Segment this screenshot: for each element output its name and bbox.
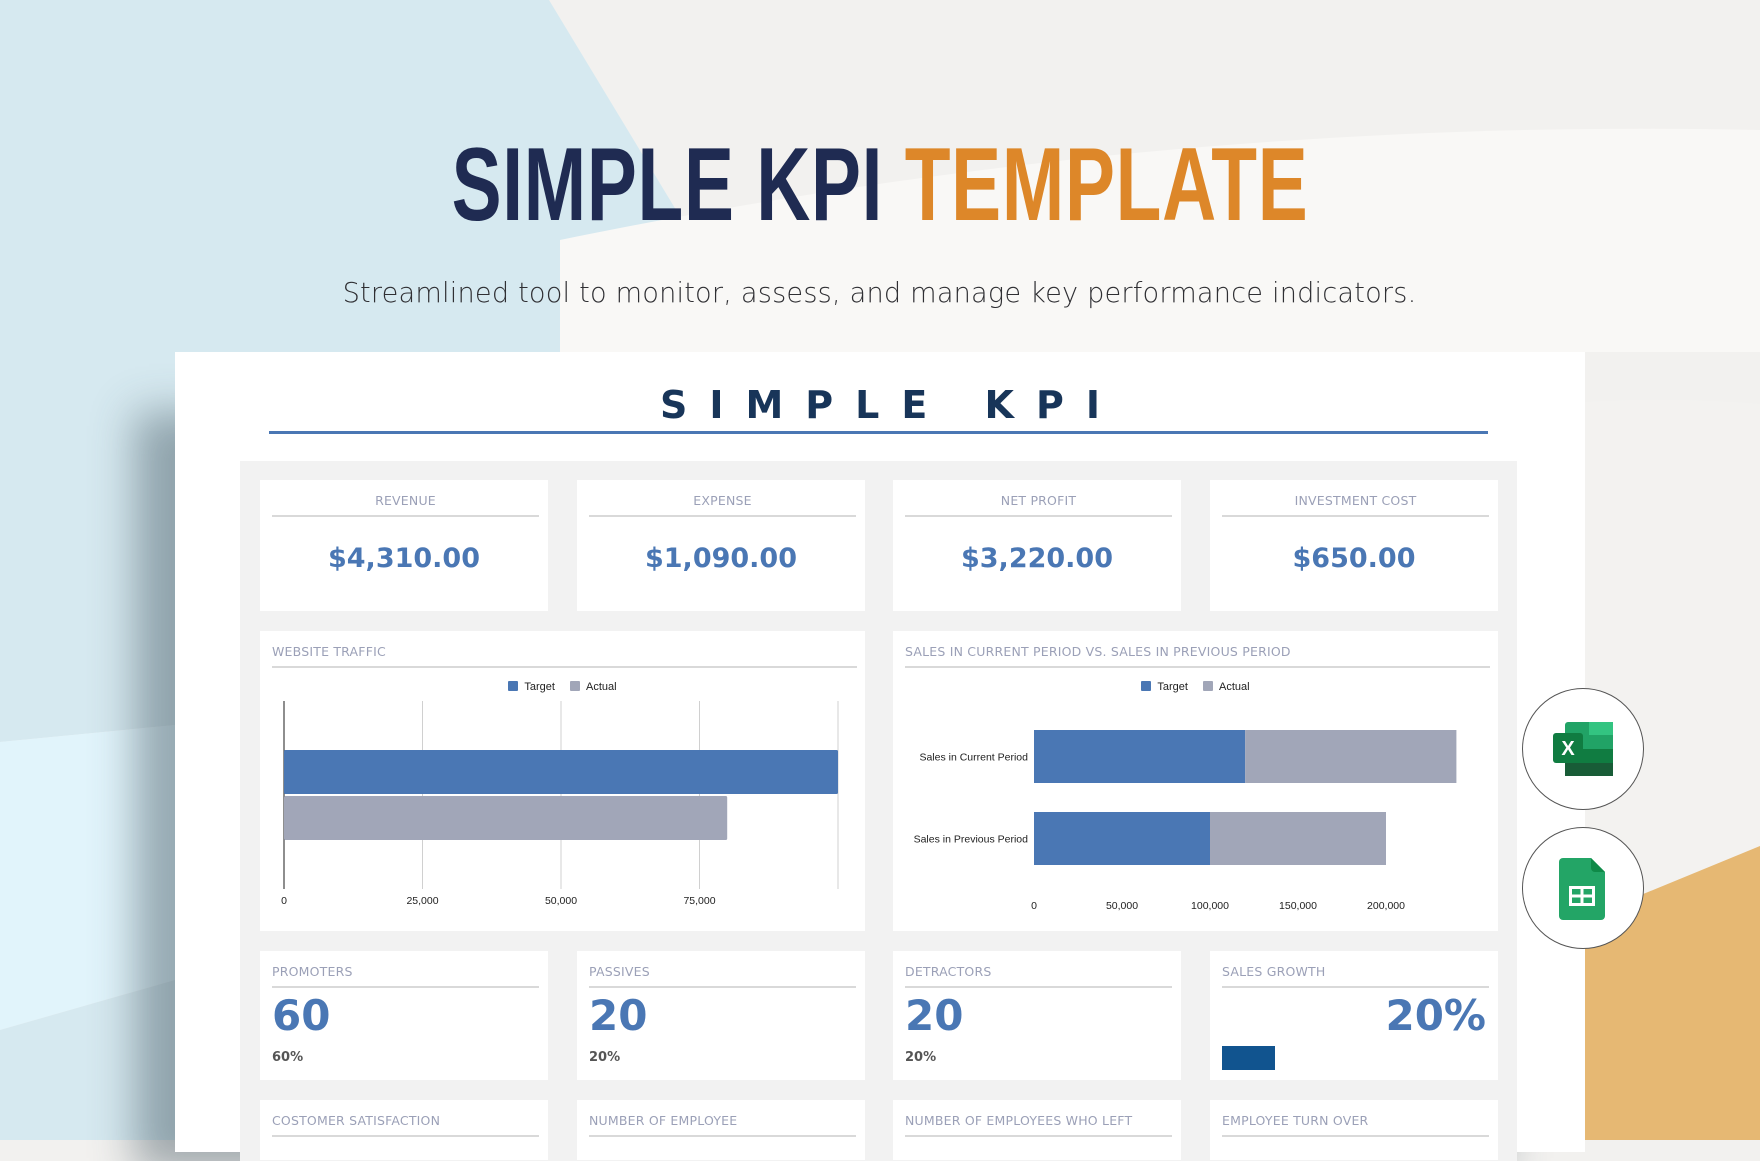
- microsoft-excel-icon: X: [1553, 722, 1613, 776]
- hero-subtitle: Streamlined tool to monitor, assess, and…: [0, 276, 1760, 309]
- sales-period-chart: Sales in Current Period Sales in Previous…: [914, 730, 1457, 912]
- kpi-label: NET PROFIT: [905, 493, 1172, 517]
- bar-target: [1034, 730, 1246, 783]
- sales-growth-progress: [1222, 1046, 1489, 1070]
- nps-card-promoters: PROMOTERS 60 60%: [260, 951, 548, 1080]
- bar-target: [1034, 812, 1210, 865]
- bar-target: [284, 750, 838, 794]
- chart-card-sales-period: SALES IN CURRENT PERIOD VS. SALES IN PRE…: [893, 631, 1498, 931]
- card-label: NUMBER OF EMPLOYEES WHO LEFT: [905, 1113, 1172, 1137]
- kpi-card-expense: EXPENSE $1,090.00: [577, 480, 865, 611]
- x-tick-label: 200,000: [1367, 900, 1405, 912]
- hero-title-part2: TEMPLATE: [904, 127, 1309, 243]
- x-tick-label: 50,000: [545, 895, 577, 907]
- card-number-of-employee: NUMBER OF EMPLOYEE: [577, 1100, 865, 1160]
- document-title: SIMPLE KPI: [0, 384, 1760, 426]
- hero-title: SIMPLE KPI TEMPLATE: [0, 133, 1760, 237]
- sales-growth-progress-fill: [1222, 1046, 1276, 1070]
- card-value: 20: [905, 991, 964, 1040]
- kpi-card-net-profit: NET PROFIT $3,220.00: [893, 480, 1181, 611]
- x-tick-label: 75,000: [683, 895, 715, 907]
- x-tick-label: 150,000: [1279, 900, 1317, 912]
- kpi-label: REVENUE: [272, 493, 539, 517]
- website-traffic-chart: 0 25,000 50,000 75,000: [281, 701, 839, 907]
- kpi-label: EXPENSE: [589, 493, 856, 517]
- card-percent: 60%: [272, 1050, 304, 1065]
- bar-actual: [1245, 730, 1457, 783]
- google-sheets-badge[interactable]: [1522, 827, 1644, 949]
- chart-card-website-traffic: WEBSITE TRAFFIC Target Actual 0 25,000 50,…: [260, 631, 865, 931]
- category-label: Sales in Previous Period: [914, 834, 1029, 846]
- card-employee-turnover: EMPLOYEE TURN OVER: [1210, 1100, 1498, 1160]
- card-label: PROMOTERS: [272, 964, 539, 988]
- x-tick-label: 0: [1031, 900, 1037, 912]
- card-label: DETRACTORS: [905, 964, 1172, 988]
- card-value: 20: [589, 991, 648, 1040]
- hero-subtitle-text: Streamlined tool to monitor, assess, and…: [343, 276, 1417, 309]
- card-label: COSTOMER SATISFACTION: [272, 1113, 539, 1137]
- card-label: NUMBER OF EMPLOYEE: [589, 1113, 856, 1137]
- x-tick-label: 0: [281, 895, 287, 907]
- bar-actual: [284, 796, 728, 840]
- card-employees-who-left: NUMBER OF EMPLOYEES WHO LEFT: [893, 1100, 1181, 1160]
- title-underline: [269, 431, 1488, 434]
- excel-letter: X: [1561, 738, 1575, 760]
- bar-actual: [1210, 812, 1386, 865]
- card-percent: 20%: [589, 1050, 621, 1065]
- google-sheets-icon: [1559, 858, 1605, 920]
- kpi-value: $4,310.00: [327, 543, 481, 574]
- sales-growth-value: 20%: [1385, 991, 1486, 1040]
- card-label: PASSIVES: [589, 964, 856, 988]
- kpi-card-investment-cost: INVESTMENT COST $650.00: [1210, 480, 1498, 611]
- x-tick-label: 50,000: [1106, 900, 1138, 912]
- excel-badge[interactable]: X: [1522, 688, 1644, 810]
- card-percent: 20%: [905, 1050, 937, 1065]
- card-label: EMPLOYEE TURN OVER: [1222, 1113, 1489, 1137]
- x-tick-label: 100,000: [1191, 900, 1229, 912]
- kpi-label: INVESTMENT COST: [1222, 493, 1489, 517]
- hero-title-part1: SIMPLE KPI: [451, 127, 884, 243]
- card-customer-satisfaction: COSTOMER SATISFACTION: [260, 1100, 548, 1160]
- document-title-text: SIMPLE KPI: [659, 383, 1122, 427]
- sales-growth-card: SALES GROWTH 20%: [1210, 951, 1498, 1080]
- category-label: Sales in Current Period: [919, 752, 1028, 764]
- card-label: SALES GROWTH: [1222, 964, 1489, 988]
- x-tick-label: 25,000: [406, 895, 438, 907]
- card-value: 60: [272, 991, 331, 1040]
- kpi-value: $3,220.00: [960, 543, 1114, 574]
- kpi-value: $1,090.00: [644, 543, 798, 574]
- nps-card-passives: PASSIVES 20 20%: [577, 951, 865, 1080]
- kpi-card-revenue: REVENUE $4,310.00: [260, 480, 548, 611]
- kpi-value: $650.00: [1292, 543, 1416, 574]
- nps-card-detractors: DETRACTORS 20 20%: [893, 951, 1181, 1080]
